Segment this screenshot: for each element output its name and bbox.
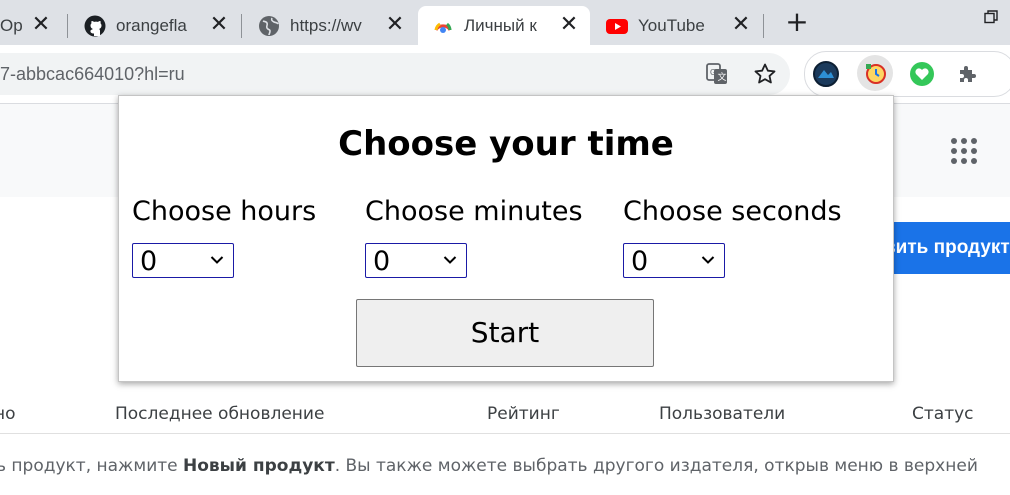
tab-1[interactable]: Op ✕	[0, 6, 66, 45]
tab-2[interactable]: orangefla ✕	[72, 6, 240, 45]
minutes-label: Choose minutes	[365, 196, 583, 227]
address-bar[interactable]: b77-abbcac664010?hl=ru	[0, 53, 790, 95]
close-icon[interactable]: ✕	[384, 14, 406, 36]
tab-title: orangefla	[116, 15, 187, 35]
seconds-field: Choose seconds 0	[623, 196, 842, 278]
empty-state-hint: ь продукт, нажмите Новый продукт. Вы так…	[0, 456, 978, 476]
svg-text:文: 文	[718, 71, 727, 82]
tab-separator	[763, 14, 764, 38]
tab-title: Личный к	[464, 15, 537, 35]
tab-title: YouTube	[638, 15, 705, 35]
hours-select[interactable]: 0	[132, 243, 234, 278]
extensions-group	[804, 51, 1010, 97]
github-icon	[84, 15, 106, 37]
hours-field: Choose hours 0	[132, 196, 316, 278]
chevron-down-icon	[701, 256, 715, 264]
svg-text:G: G	[710, 68, 716, 77]
seconds-value: 0	[631, 246, 649, 277]
tab-3[interactable]: https://wv ✕	[246, 6, 416, 45]
puzzle-extensions-icon[interactable]	[953, 59, 983, 89]
tab-separator	[67, 14, 68, 38]
restore-window-icon[interactable]	[984, 10, 998, 24]
chevron-down-icon	[210, 256, 224, 264]
column-header[interactable]: Статус	[912, 404, 974, 424]
hint-text: ь продукт, нажмите	[0, 456, 184, 476]
column-header[interactable]: Последнее обновление	[115, 404, 324, 424]
hours-label: Choose hours	[132, 196, 317, 227]
dark-globe-extension-icon[interactable]	[811, 59, 841, 89]
hint-text: . Вы также можете выбрать другого издате…	[334, 456, 978, 476]
tab-5[interactable]: YouTube ✕	[594, 6, 762, 45]
tab-separator	[241, 14, 242, 38]
minutes-field: Choose minutes 0	[365, 196, 583, 278]
tab-title: https://wv	[290, 15, 362, 35]
hint-bold-text: Новый продукт	[183, 456, 335, 476]
hours-value: 0	[140, 246, 158, 277]
close-icon[interactable]: ✕	[730, 14, 752, 36]
youtube-icon	[606, 15, 628, 37]
chevron-down-icon	[443, 256, 457, 264]
start-button[interactable]: Start	[356, 299, 654, 367]
close-icon[interactable]: ✕	[208, 14, 230, 36]
popup-title: Choose your time	[338, 124, 674, 164]
column-header[interactable]: Рейтинг	[487, 404, 560, 424]
star-icon[interactable]	[752, 61, 778, 87]
timer-extension-icon[interactable]	[857, 55, 893, 91]
timer-popup: Choose your time Choose hours 0 Choose m…	[118, 95, 894, 382]
tab-4-active[interactable]: Личный к ✕	[418, 6, 590, 45]
globe-icon	[258, 15, 280, 37]
google-logo-icon	[432, 15, 454, 37]
column-header[interactable]: но	[0, 404, 16, 424]
column-header[interactable]: Пользователи	[659, 404, 785, 424]
close-icon[interactable]: ✕	[30, 14, 52, 36]
minutes-select[interactable]: 0	[365, 243, 467, 278]
new-tab-icon[interactable]: +	[783, 8, 811, 36]
seconds-select[interactable]: 0	[623, 243, 725, 278]
tab-strip: Op ✕ orangefla ✕ https://wv ✕ Личный к ✕…	[0, 0, 1010, 45]
apps-grid-icon[interactable]	[950, 137, 978, 165]
seconds-label: Choose seconds	[623, 196, 842, 227]
minutes-value: 0	[373, 246, 391, 277]
close-icon[interactable]: ✕	[558, 14, 580, 36]
green-heart-extension-icon[interactable]	[907, 59, 937, 89]
translate-icon[interactable]: G文	[704, 61, 730, 87]
url-text[interactable]: b77-abbcac664010?hl=ru	[0, 61, 185, 87]
table-divider	[0, 433, 1010, 434]
